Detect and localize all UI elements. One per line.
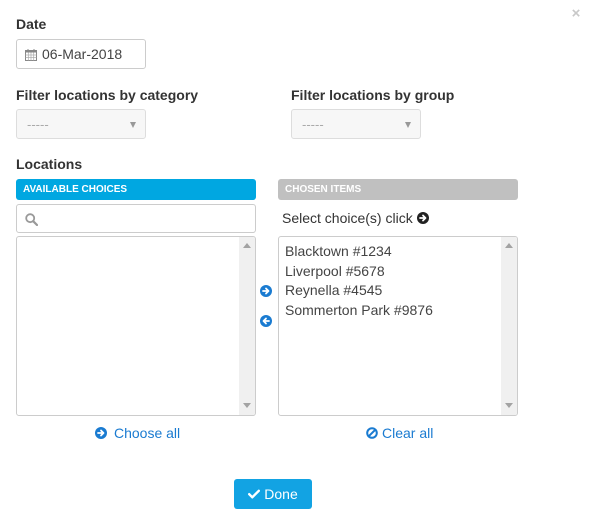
- available-search[interactable]: [16, 204, 256, 233]
- available-choices-header: Available choices: [16, 179, 256, 200]
- close-icon[interactable]: ×: [569, 6, 583, 21]
- clear-all-label: Clear all: [382, 425, 434, 441]
- done-label: Done: [264, 486, 298, 502]
- search-input[interactable]: [45, 208, 250, 230]
- calendar-icon: [25, 48, 37, 61]
- scroll-up-icon[interactable]: [505, 243, 513, 248]
- select-hint-text: Select choice(s) click: [282, 210, 413, 226]
- scroll-down-icon[interactable]: [505, 403, 513, 408]
- arrow-circle-right-icon: [416, 212, 429, 224]
- date-field[interactable]: 06-Mar-2018: [16, 39, 146, 69]
- chosen-list-scrollbar[interactable]: [501, 237, 517, 415]
- group-select-value: -----: [302, 116, 324, 132]
- date-label: Date: [16, 16, 47, 32]
- move-right-button[interactable]: [260, 285, 272, 297]
- arrow-circle-right-icon: [260, 285, 272, 297]
- check-icon: [248, 489, 261, 499]
- date-value: 06-Mar-2018: [42, 46, 123, 62]
- move-left-button[interactable]: [260, 315, 272, 327]
- search-icon: [25, 213, 39, 227]
- choose-all-link[interactable]: Choose all: [95, 425, 180, 441]
- group-filter-label: Filter locations by group: [291, 87, 455, 103]
- select-hint: Select choice(s) click: [282, 210, 429, 226]
- done-button[interactable]: Done: [234, 479, 312, 509]
- arrow-circle-left-icon: [260, 315, 272, 327]
- available-list[interactable]: [16, 236, 256, 416]
- locations-label: Locations: [16, 156, 83, 172]
- category-filter-label: Filter locations by category: [16, 87, 199, 103]
- category-select[interactable]: -----: [16, 109, 146, 139]
- chosen-list-item[interactable]: Blacktown #1234: [285, 242, 517, 262]
- caret-down-icon: [130, 122, 136, 128]
- chosen-list-item[interactable]: Reynella #4545: [285, 281, 517, 301]
- chosen-list[interactable]: Blacktown #1234 Liverpool #5678 Reynella…: [278, 236, 518, 416]
- arrow-circle-right-icon: [95, 427, 107, 439]
- clear-all-link[interactable]: Clear all: [366, 425, 433, 441]
- chosen-items-header: Chosen items: [278, 179, 518, 200]
- chosen-list-item[interactable]: Liverpool #5678: [285, 262, 517, 282]
- ban-icon: [366, 427, 378, 439]
- chosen-list-item[interactable]: Sommerton Park #9876: [285, 301, 517, 321]
- caret-down-icon: [405, 122, 411, 128]
- choose-all-label: Choose all: [114, 425, 181, 441]
- category-select-value: -----: [27, 116, 49, 132]
- scroll-up-icon[interactable]: [243, 243, 251, 248]
- group-select[interactable]: -----: [291, 109, 421, 139]
- scroll-down-icon[interactable]: [243, 403, 251, 408]
- available-list-scrollbar[interactable]: [239, 237, 255, 415]
